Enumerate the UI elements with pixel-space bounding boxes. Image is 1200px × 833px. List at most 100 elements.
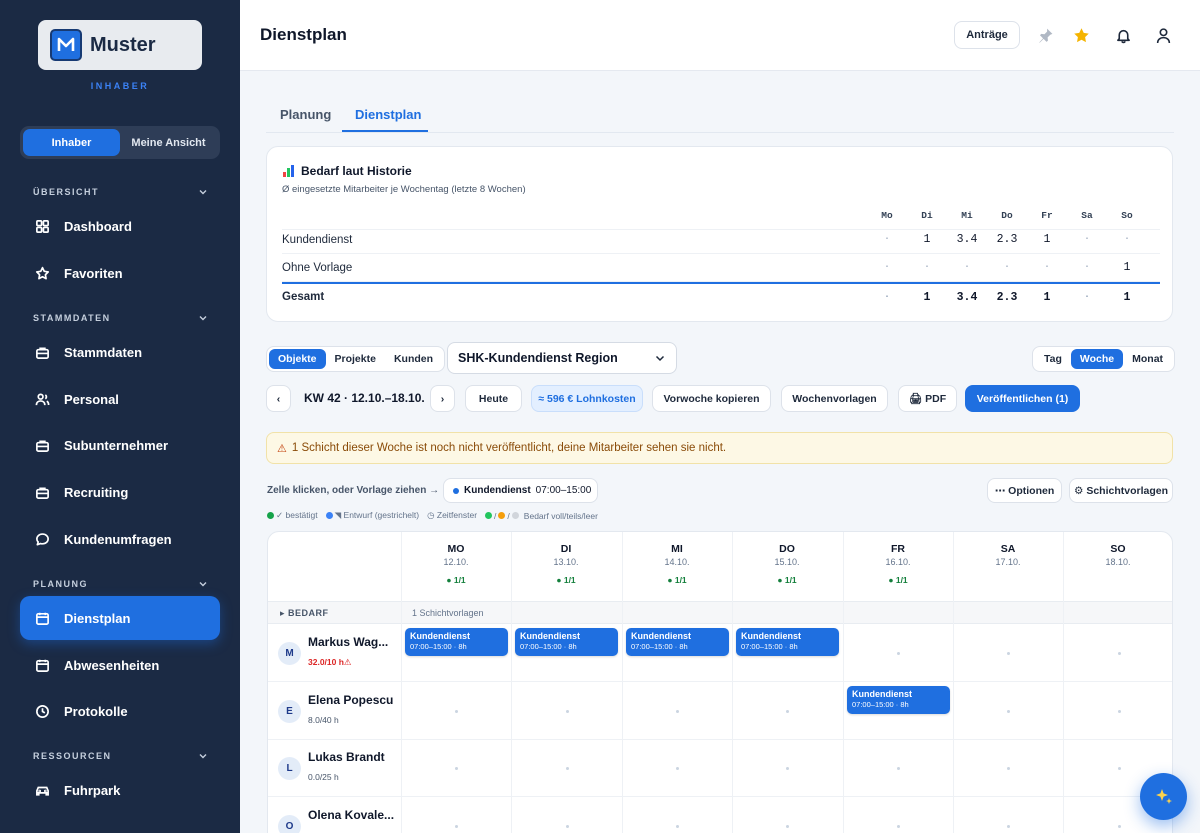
day-header[interactable]: SA 17.10.	[953, 543, 1063, 575]
sidebar-item-fuhrpark[interactable]: Fuhrpark	[20, 768, 220, 812]
employee-name[interactable]: Elena Popescu	[308, 693, 396, 707]
section-uebersicht[interactable]: ÜBERSICHT	[33, 187, 208, 197]
day-header[interactable]: DI 13.10. ● 1/1	[511, 543, 621, 585]
sidebar-item-favoriten[interactable]: Favoriten	[20, 251, 220, 295]
ai-assistant-button[interactable]	[1140, 773, 1187, 820]
scope-projekte[interactable]: Projekte	[326, 349, 385, 369]
bedarf-day-head: Mo	[881, 210, 893, 221]
copy-prev-week-button[interactable]: Vorwoche kopieren	[652, 385, 771, 412]
labor-cost-badge[interactable]: ≈ 596 € Lohnkosten	[531, 385, 643, 412]
sidebar-item-protokolle[interactable]: Protokolle	[20, 689, 220, 733]
empty-cell-dot[interactable]	[455, 767, 458, 770]
day-header[interactable]: MI 14.10. ● 1/1	[622, 543, 732, 585]
active-tab-indicator	[342, 130, 428, 132]
tab-planung[interactable]: Planung	[280, 107, 331, 122]
empty-cell-dot[interactable]	[566, 825, 569, 828]
sidebar-item-stammdaten[interactable]: Stammdaten	[20, 330, 220, 374]
bedarf-cell: ·	[1083, 234, 1090, 245]
requests-button[interactable]: Anträge	[954, 21, 1020, 49]
role-mine-button[interactable]: Meine Ansicht	[120, 129, 217, 156]
sidebar-item-dienstplan[interactable]: Dienstplan	[20, 596, 220, 640]
sidebar-item-abwesenheiten[interactable]: Abwesenheiten	[20, 643, 220, 687]
sidebar-item-recruiting[interactable]: Recruiting	[20, 470, 220, 514]
shift-template-chip[interactable]: Kundendienst 07:00–15:00	[443, 478, 598, 503]
legend-separator: /	[507, 510, 510, 521]
scope-kunden[interactable]: Kunden	[385, 349, 442, 369]
employee-name[interactable]: Lukas Brandt	[308, 750, 396, 764]
bedarf-band[interactable]: ▸ BEDARF 1 Schichtvorlagen	[268, 601, 1172, 624]
day-name: DI	[560, 543, 572, 555]
employee-name[interactable]: Olena Kovale...	[308, 808, 396, 822]
empty-cell-dot[interactable]	[786, 767, 789, 770]
empty-cell-dot[interactable]	[566, 767, 569, 770]
view-monat[interactable]: Monat	[1123, 349, 1172, 369]
bedarf-day-head: So	[1121, 210, 1133, 221]
avatar: M	[278, 642, 301, 665]
day-header[interactable]: MO 12.10. ● 1/1	[401, 543, 511, 585]
scope-objekte[interactable]: Objekte	[269, 349, 326, 369]
legend: ✓ bestätigt ◥ Entwurf (gestrichelt) ◷ Ze…	[267, 510, 598, 521]
week-templates-button[interactable]: Wochenvorlagen	[781, 385, 888, 412]
shift-block[interactable]: Kundendienst 07:00–15:00 · 8h	[626, 628, 729, 656]
shift-color-dot	[453, 487, 459, 494]
shift-block[interactable]: Kundendienst 07:00–15:00 · 8h	[847, 686, 950, 714]
bedarf-cell: 2.3	[996, 233, 1018, 246]
sidebar-item-label: Recruiting	[64, 484, 129, 500]
empty-cell-dot[interactable]	[1007, 825, 1010, 828]
day-header[interactable]: SO 18.10.	[1063, 543, 1172, 575]
empty-cell-dot[interactable]	[676, 767, 679, 770]
sidebar-item-subunternehmer[interactable]: Subunternehmer	[20, 423, 220, 467]
shift-templates-button[interactable]: ⚙ Schichtvorlagen	[1069, 478, 1173, 503]
sidebar-item-dashboard[interactable]: Dashboard	[20, 204, 220, 248]
employee-name[interactable]: Markus Wag...	[308, 635, 396, 649]
shift-block[interactable]: Kundendienst 07:00–15:00 · 8h	[736, 628, 839, 656]
empty-cell-dot[interactable]	[566, 710, 569, 713]
empty-cell-dot[interactable]	[676, 710, 679, 713]
tab-dienstplan[interactable]: Dienstplan	[355, 107, 421, 122]
section-ressourcen[interactable]: RESSOURCEN	[33, 751, 208, 761]
pdf-button[interactable]: 🖨 PDF	[898, 385, 957, 412]
object-select[interactable]: SHK-Kundendienst Region	[447, 342, 677, 374]
view-woche[interactable]: Woche	[1070, 349, 1124, 369]
empty-cell-dot[interactable]	[1118, 767, 1121, 770]
next-week-button[interactable]: ›	[430, 385, 455, 412]
empty-cell-dot[interactable]	[455, 710, 458, 713]
empty-cell-dot[interactable]	[1118, 710, 1121, 713]
empty-cell-dot[interactable]	[455, 825, 458, 828]
empty-cell-dot[interactable]	[786, 825, 789, 828]
prev-week-button[interactable]: ‹	[266, 385, 291, 412]
empty-cell-dot[interactable]	[897, 767, 900, 770]
publish-button[interactable]: Veröffentlichen (1)	[965, 385, 1080, 412]
view-tag[interactable]: Tag	[1035, 349, 1071, 369]
sidebar-item-label: Favoriten	[64, 265, 123, 281]
shift-block[interactable]: Kundendienst 07:00–15:00 · 8h	[515, 628, 618, 656]
empty-cell-dot[interactable]	[1007, 710, 1010, 713]
star-icon[interactable]	[1072, 26, 1090, 44]
pin-icon[interactable]	[1036, 26, 1054, 44]
brand-logo[interactable]: Muster	[38, 20, 202, 70]
empty-cell-dot[interactable]	[897, 825, 900, 828]
sidebar-item-kundenumfragen[interactable]: Kundenumfragen	[20, 517, 220, 561]
role-owner-button[interactable]: Inhaber	[23, 129, 120, 156]
empty-cell-dot[interactable]	[1118, 825, 1121, 828]
sidebar-item-personal[interactable]: Personal	[20, 377, 220, 421]
section-stammdaten[interactable]: STAMMDATEN	[33, 313, 208, 323]
legend-text: Bedarf voll/teils/leer	[523, 510, 598, 521]
day-header[interactable]: DO 15.10. ● 1/1	[732, 543, 842, 585]
brand-name: Muster	[90, 33, 156, 56]
sidebar-item-label: Stammdaten	[64, 344, 143, 360]
empty-cell-dot[interactable]	[1007, 767, 1010, 770]
empty-cell-dot[interactable]	[897, 652, 900, 655]
empty-cell-dot[interactable]	[1118, 652, 1121, 655]
bell-icon[interactable]	[1114, 26, 1132, 44]
shift-block[interactable]: Kundendienst 07:00–15:00 · 8h	[405, 628, 508, 656]
section-planung[interactable]: PLANUNG	[33, 579, 208, 589]
gear-dot-icon	[325, 512, 333, 519]
empty-cell-dot[interactable]	[1007, 652, 1010, 655]
empty-cell-dot[interactable]	[786, 710, 789, 713]
empty-cell-dot[interactable]	[676, 825, 679, 828]
user-icon[interactable]	[1154, 26, 1172, 44]
day-header[interactable]: FR 16.10. ● 1/1	[843, 543, 953, 585]
today-button[interactable]: Heute	[465, 385, 522, 412]
options-button[interactable]: ⋯ Optionen	[987, 478, 1062, 503]
